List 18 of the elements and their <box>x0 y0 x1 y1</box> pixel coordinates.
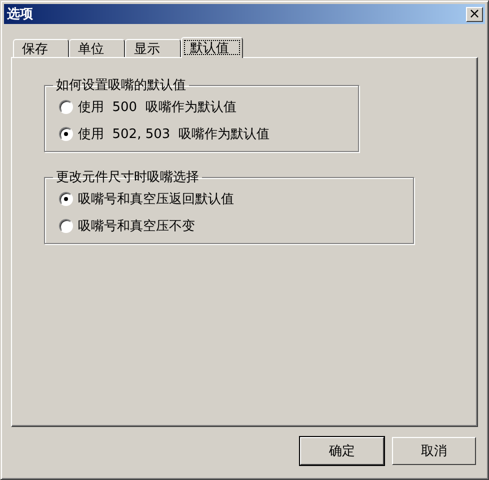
tab[interactable]: 显示 <box>125 39 181 57</box>
window-title: 选项 <box>7 6 33 23</box>
dialog-button[interactable]: 取消 <box>392 437 476 465</box>
group-title: 如何设置吸嘴的默认值 <box>55 77 187 94</box>
radio-button[interactable] <box>59 192 73 206</box>
tab[interactable]: 保存 <box>13 39 69 57</box>
radio-label[interactable]: 吸嘴号和真空压返回默认值 <box>78 190 234 208</box>
group-title: 更改元件尺寸时吸嘴选择 <box>55 169 200 186</box>
close-button[interactable]: × <box>466 6 483 22</box>
radio-button[interactable] <box>59 219 73 233</box>
radio-button[interactable] <box>59 100 73 114</box>
dialog-button[interactable]: 确定 <box>300 437 384 465</box>
radio-button[interactable] <box>59 127 73 141</box>
radio-label[interactable]: 使用 502, 503 吸嘴作为默认值 <box>78 125 270 143</box>
tab[interactable]: 默认值 <box>181 37 243 58</box>
radio-label[interactable]: 使用 500 吸嘴作为默认值 <box>78 98 236 116</box>
tab[interactable]: 单位 <box>69 39 125 57</box>
radio-label[interactable]: 吸嘴号和真空压不变 <box>78 217 195 235</box>
